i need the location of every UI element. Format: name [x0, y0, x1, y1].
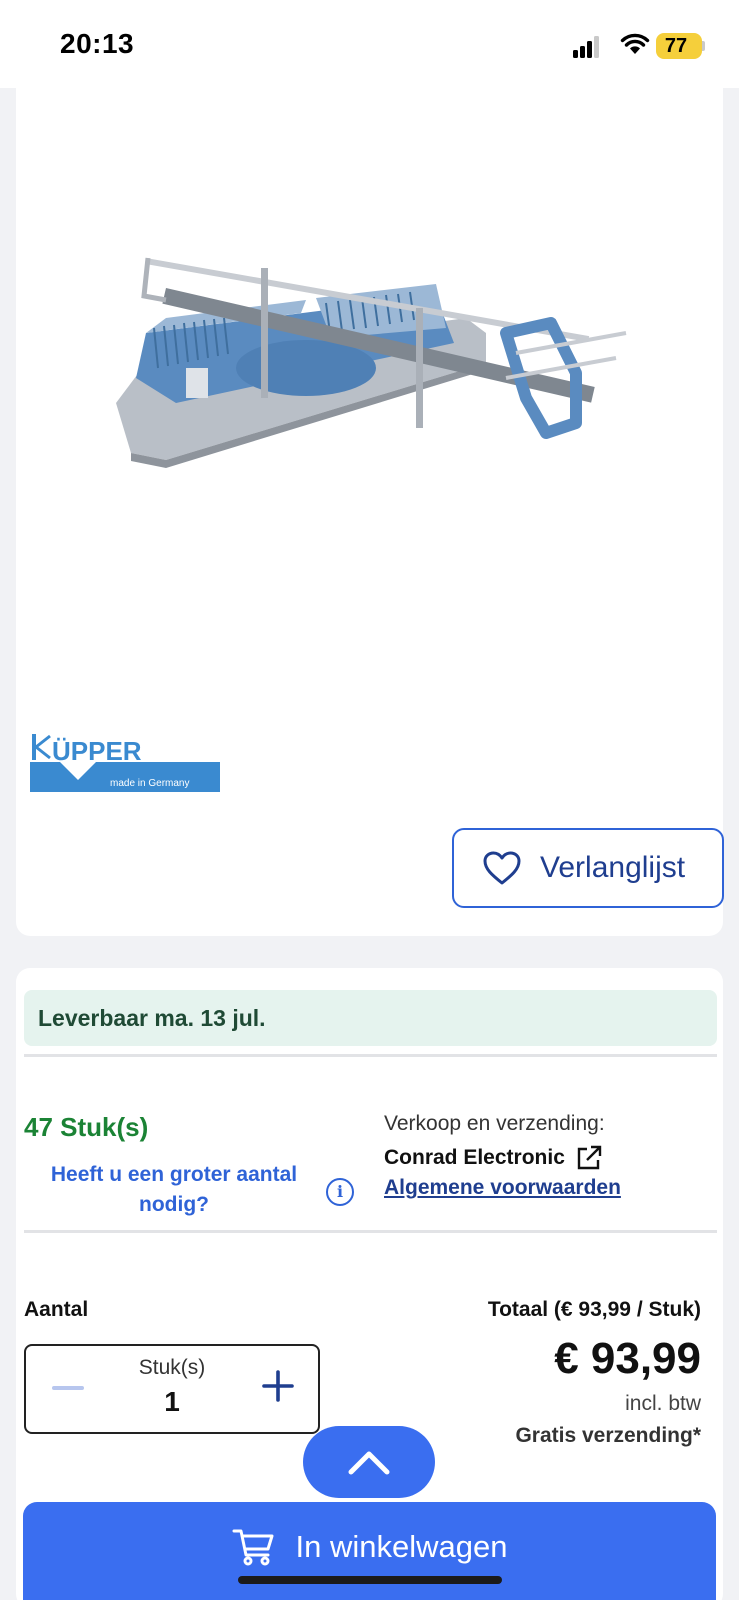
wifi-icon [620, 33, 650, 54]
seller-label: Verkoop en verzending: [384, 1112, 605, 1135]
svg-text:ÜPPER: ÜPPER [52, 736, 142, 766]
increment-button[interactable] [258, 1366, 298, 1406]
vat-note: incl. btw [625, 1392, 701, 1415]
terms-link[interactable]: Algemene voorwaarden [384, 1176, 621, 1200]
svg-text:made in Germany: made in Germany [110, 778, 189, 789]
info-icon[interactable]: i [326, 1178, 354, 1206]
bulk-order-line2: nodig? [139, 1193, 209, 1216]
cellular-signal-icon [573, 36, 603, 58]
bulk-order-link[interactable]: Heeft u een groter aantal nodig? [24, 1160, 324, 1220]
status-bar: 20:13 77 [0, 0, 739, 88]
product-image[interactable] [106, 188, 666, 488]
external-link-icon [577, 1145, 602, 1170]
seller-link[interactable]: Conrad Electronic [384, 1144, 603, 1172]
status-time: 20:13 [60, 28, 135, 59]
add-to-cart-button[interactable]: In winkelwagen [23, 1502, 716, 1600]
wishlist-label: Verlanglijst [540, 851, 686, 884]
chevron-up-icon [348, 1451, 390, 1475]
product-image-card: ÜPPER made in Germany Verlanglijst [16, 88, 724, 936]
divider [24, 1230, 717, 1233]
battery-icon: 77 [656, 33, 705, 59]
total-price: € 93,99 [554, 1334, 701, 1383]
wishlist-button[interactable]: Verlanglijst [452, 828, 724, 908]
bulk-order-line1: Heeft u een groter aantal [50, 1163, 298, 1186]
quantity-label: Aantal [24, 1298, 89, 1321]
total-label: Totaal (€ 93,99 / Stuk) [487, 1298, 701, 1321]
kupper-logo: ÜPPER made in Germany [30, 734, 220, 792]
heart-icon [483, 851, 521, 885]
quantity-stepper[interactable]: Stuk(s) 1 [24, 1344, 320, 1434]
seller-name: Conrad Electronic [384, 1146, 565, 1169]
cart-icon [232, 1529, 274, 1566]
stock-count: 47 Stuk(s) [24, 1112, 149, 1142]
delivery-banner: Leverbaar ma. 13 jul. [24, 990, 717, 1046]
battery-level: 77 [664, 35, 688, 57]
home-indicator [238, 1576, 502, 1584]
divider [24, 1054, 717, 1057]
shipping-note: Gratis verzending* [515, 1424, 701, 1447]
add-to-cart-label: In winkelwagen [295, 1529, 508, 1564]
scroll-to-top-button[interactable] [303, 1426, 435, 1498]
